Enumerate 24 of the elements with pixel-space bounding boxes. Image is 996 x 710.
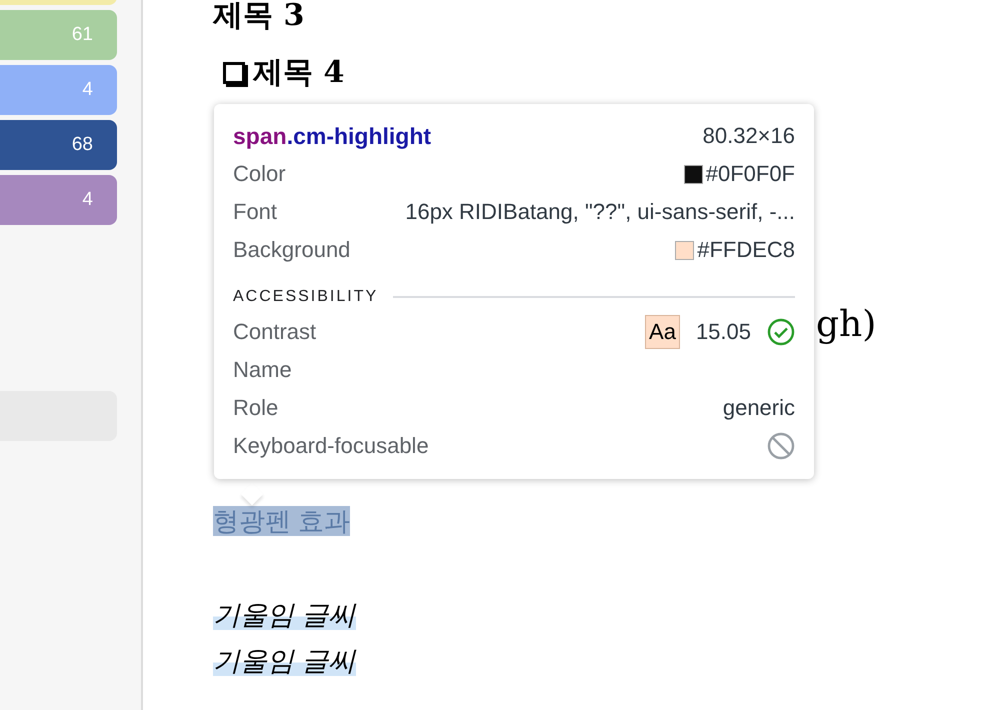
heading: 제목 3: [213, 0, 306, 35]
heading: 제목 4: [253, 54, 344, 92]
property-value: #FFDEC8: [697, 236, 795, 264]
property-label: Background: [233, 236, 350, 264]
property-value: #0F0F0F: [706, 160, 795, 188]
property-label: Color: [233, 160, 286, 188]
tag-item[interactable]: 68: [0, 120, 117, 170]
section-title: ACCESSIBILITY: [233, 287, 378, 307]
tag-item[interactable]: 4: [0, 175, 117, 225]
property-value: generic: [722, 394, 795, 422]
property-label: Role: [233, 394, 278, 422]
property-label: Name: [233, 356, 292, 384]
tag-item[interactable]: 61: [0, 10, 117, 60]
heading: gh): [816, 303, 876, 347]
property-label: Font: [233, 198, 278, 226]
element-size: 80.32×16: [702, 122, 795, 150]
element-selector: span.cm-highlight: [233, 122, 432, 151]
property-value: 16px RIDIBatang, "??", ui-sans-serif, -...: [405, 198, 795, 226]
contrast-sample: Aa: [645, 315, 680, 349]
highlighted-text: 형광펜 효과: [213, 506, 350, 536]
property-label: Keyboard-focusable: [233, 432, 429, 460]
tag-item[interactable]: 4: [0, 65, 117, 115]
property-label: Contrast: [233, 318, 316, 346]
property-value: 15.05: [696, 318, 751, 346]
